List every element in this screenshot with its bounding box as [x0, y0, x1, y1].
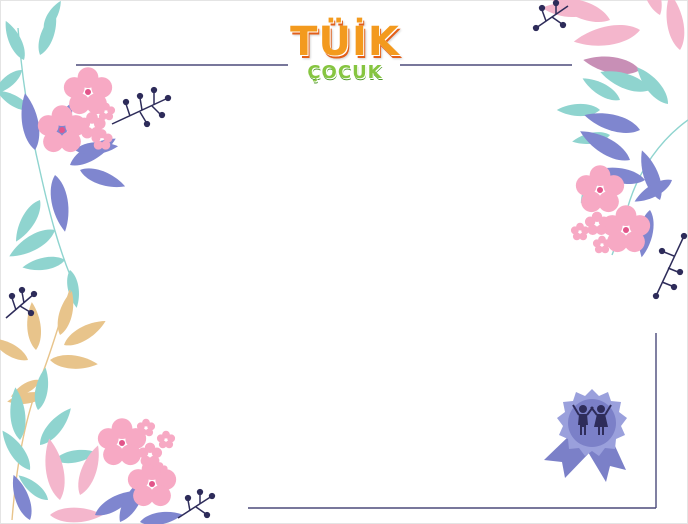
tuik-cocuk-logo: TÜİK ÇOCUK — [286, 22, 404, 82]
award-badge — [544, 389, 627, 482]
floral-top-right — [532, 0, 688, 300]
floral-bottom-left — [0, 286, 216, 524]
floral-top-left — [0, 0, 172, 309]
logo-title: TÜİK — [290, 19, 400, 65]
certificate-page: TÜİK ÇOCUK — [0, 0, 688, 524]
logo-subtitle: ÇOCUK — [307, 62, 383, 83]
